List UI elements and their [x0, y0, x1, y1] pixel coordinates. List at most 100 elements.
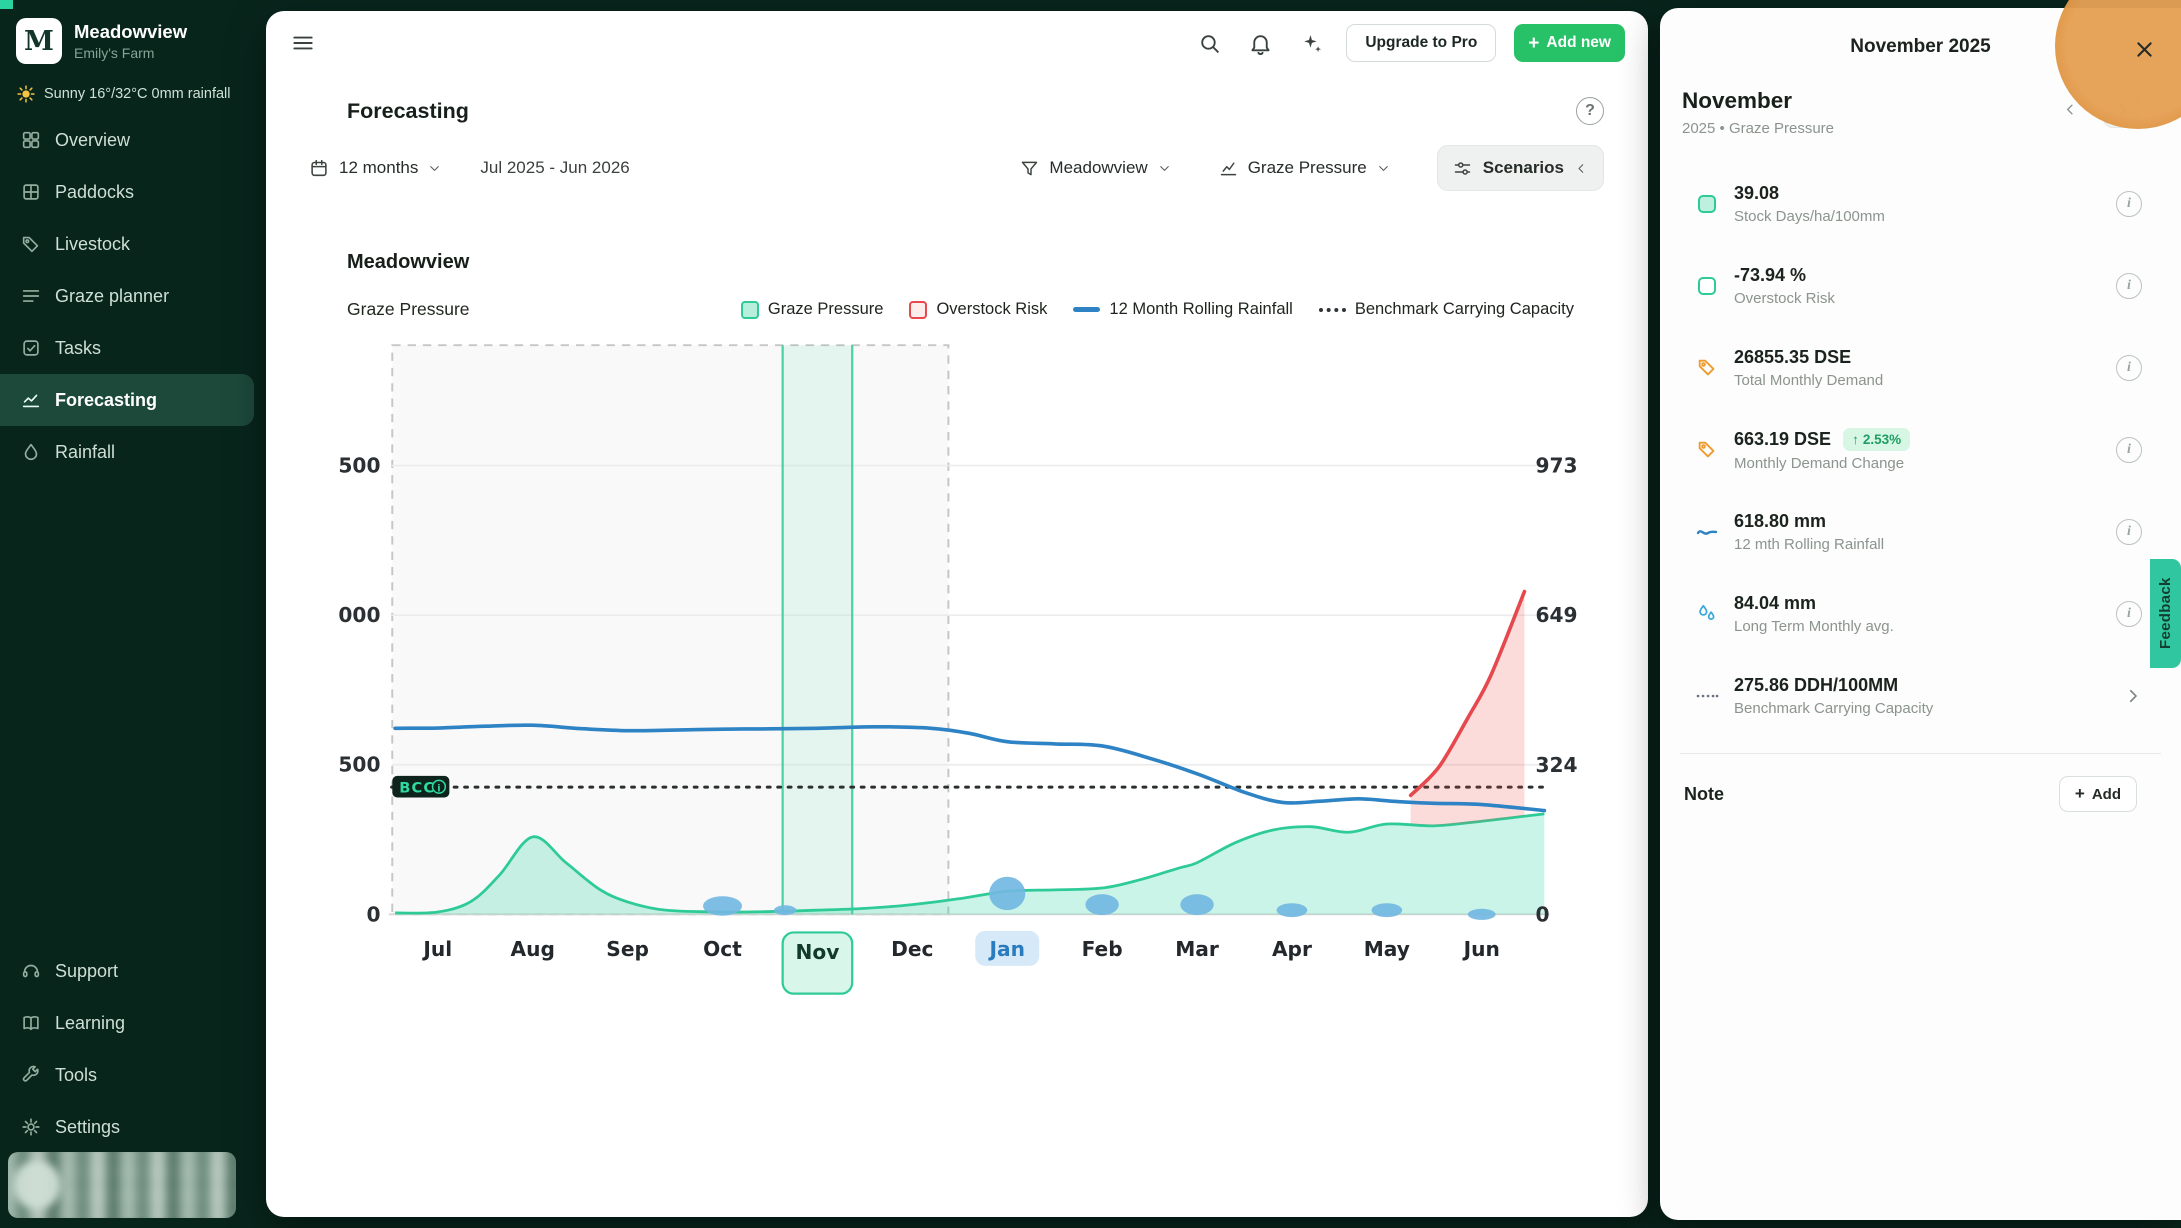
svg-text:324: 324 — [1535, 753, 1577, 777]
overview-icon — [20, 129, 42, 151]
sidebar-item-livestock[interactable]: Livestock — [0, 218, 254, 270]
info-icon[interactable] — [2116, 437, 2142, 463]
change-badge: ↑2.53% — [1843, 428, 1910, 451]
book-icon — [20, 1012, 42, 1034]
info-icon[interactable] — [2116, 273, 2142, 299]
chevron-down-icon — [1157, 161, 1172, 176]
weather-text: Sunny 16°/32°C 0mm rainfall — [44, 86, 231, 102]
sidebar-item-support[interactable]: Support — [0, 945, 254, 997]
farm-header[interactable]: M Meadowview Emily's Farm — [16, 18, 187, 64]
chevron-right-icon — [2124, 687, 2142, 705]
sidebar-item-tools[interactable]: Tools — [0, 1049, 254, 1101]
search-button[interactable] — [1193, 27, 1226, 60]
svg-text:Nov: Nov — [795, 940, 839, 964]
sidebar-item-paddocks[interactable]: Paddocks — [0, 166, 254, 218]
chevron-left-icon — [1574, 161, 1589, 176]
farm-subtitle: Emily's Farm — [74, 45, 187, 61]
sidebar: M Meadowview Emily's Farm Sunny 16°/32°C… — [0, 0, 264, 1228]
svg-text:973: 973 — [1535, 454, 1577, 478]
next-month-button[interactable] — [2103, 90, 2141, 128]
farm-dropdown[interactable]: Meadowview — [1019, 158, 1171, 179]
rainfall-line-swatch-icon — [1073, 307, 1100, 312]
sidebar-item-settings[interactable]: Settings — [0, 1101, 254, 1153]
help-button[interactable]: ? — [1576, 97, 1604, 125]
stat-row-overstock-risk: -73.94 % Overstock Risk — [1660, 245, 2181, 327]
livestock-tag-icon — [20, 233, 42, 255]
ai-assistant-button[interactable] — [1295, 27, 1328, 60]
info-icon[interactable] — [2116, 519, 2142, 545]
dotted-line-icon — [1694, 684, 1720, 708]
feedback-tab[interactable]: Feedback — [2150, 559, 2181, 668]
svg-text:500: 500 — [338, 753, 380, 777]
funnel-icon — [1019, 158, 1040, 179]
metric-dropdown[interactable]: Graze Pressure — [1218, 158, 1391, 179]
hamburger-icon — [290, 30, 316, 56]
svg-text:649: 649 — [1535, 603, 1577, 627]
main-panel: Upgrade to Pro + Add new Forecasting ? 1… — [266, 11, 1648, 1217]
month-detail-panel: November 2025 November 2025 • Graze Pres… — [1660, 8, 2181, 1220]
sidebar-item-learning[interactable]: Learning — [0, 997, 254, 1049]
plus-icon: + — [2075, 784, 2085, 804]
tag-icon — [1694, 357, 1720, 379]
sun-icon — [16, 84, 36, 104]
info-icon[interactable] — [2116, 191, 2142, 217]
info-icon[interactable] — [2116, 601, 2142, 627]
chevron-down-icon — [1376, 161, 1391, 176]
sparkles-icon — [1299, 31, 1324, 56]
farm-name: Meadowview — [74, 21, 187, 43]
headset-icon — [20, 960, 42, 982]
screen: M Meadowview Emily's Farm Sunny 16°/32°C… — [0, 0, 2181, 1228]
date-range-dropdown[interactable]: 12 months — [308, 157, 442, 179]
date-range-text: Jul 2025 - Jun 2026 — [480, 158, 629, 178]
filter-bar: 12 months Jul 2025 - Jun 2026 Meadowview… — [308, 145, 1604, 191]
sidebar-item-forecasting[interactable]: Forecasting — [0, 374, 254, 426]
user-avatar-blurred[interactable] — [8, 1152, 236, 1218]
note-label: Note — [1684, 784, 1724, 805]
svg-text:0: 0 — [366, 902, 380, 926]
prev-month-button[interactable] — [2051, 90, 2089, 128]
stat-row-benchmark[interactable]: 275.86 DDH/100MM Benchmark Carrying Capa… — [1660, 655, 2181, 737]
sidebar-item-graze-planner[interactable]: Graze planner — [0, 270, 254, 322]
rainfall-curve-icon — [1694, 520, 1720, 544]
page-title: Forecasting — [347, 99, 469, 124]
sidebar-footer-nav: Support Learning Tools Settings — [0, 945, 264, 1153]
chart-legend: Graze Pressure Overstock Risk 12 Month R… — [741, 300, 1574, 319]
wrench-icon — [20, 1064, 42, 1086]
sidebar-item-tasks[interactable]: Tasks — [0, 322, 254, 374]
add-note-button[interactable]: + Add — [2059, 776, 2137, 812]
gear-icon — [20, 1116, 42, 1138]
chart-metric-label: Graze Pressure — [347, 299, 470, 320]
overstock-risk-swatch-icon — [909, 301, 927, 319]
tag-icon — [1694, 439, 1720, 461]
graze-pressure-swatch-icon — [1694, 194, 1720, 214]
close-icon — [2134, 39, 2155, 60]
sidebar-item-rainfall[interactable]: Rainfall — [0, 426, 254, 478]
info-icon[interactable] — [2116, 355, 2142, 381]
svg-text:BCC: BCC — [399, 780, 435, 797]
svg-text:Apr: Apr — [1272, 937, 1312, 961]
sidebar-item-overview[interactable]: Overview — [0, 114, 254, 166]
farm-logo: M — [16, 18, 62, 64]
upgrade-to-pro-button[interactable]: Upgrade to Pro — [1346, 24, 1496, 62]
svg-text:Sep: Sep — [606, 937, 649, 961]
stat-row-total-demand: 26855.35 DSE Total Monthly Demand — [1660, 327, 2181, 409]
svg-text:Mar: Mar — [1175, 937, 1219, 961]
chart-farm-title: Meadowview — [347, 251, 469, 274]
svg-text:Jun: Jun — [1462, 937, 1500, 961]
svg-text:Aug: Aug — [511, 937, 555, 961]
chevron-left-icon — [2062, 101, 2079, 118]
close-button[interactable] — [2125, 30, 2163, 68]
scenarios-button[interactable]: Scenarios — [1437, 145, 1604, 191]
svg-text:000: 000 — [338, 603, 380, 627]
plus-icon: + — [1528, 34, 1539, 53]
notifications-button[interactable] — [1244, 27, 1277, 60]
menu-button[interactable] — [286, 26, 320, 60]
svg-text:500: 500 — [338, 454, 380, 478]
weather-summary: Sunny 16°/32°C 0mm rainfall — [16, 84, 231, 104]
add-new-button[interactable]: + Add new — [1514, 24, 1625, 62]
stat-row-stock-days: 39.08 Stock Days/ha/100mm — [1660, 163, 2181, 245]
svg-text:Oct: Oct — [703, 937, 742, 961]
svg-text:May: May — [1364, 937, 1410, 961]
stats-list: 39.08 Stock Days/ha/100mm -73.94 % Overs… — [1660, 163, 2181, 737]
graze-pressure-chart[interactable]: BCCi50000050009736493240JulAugSepOctNovD… — [329, 327, 1644, 1023]
